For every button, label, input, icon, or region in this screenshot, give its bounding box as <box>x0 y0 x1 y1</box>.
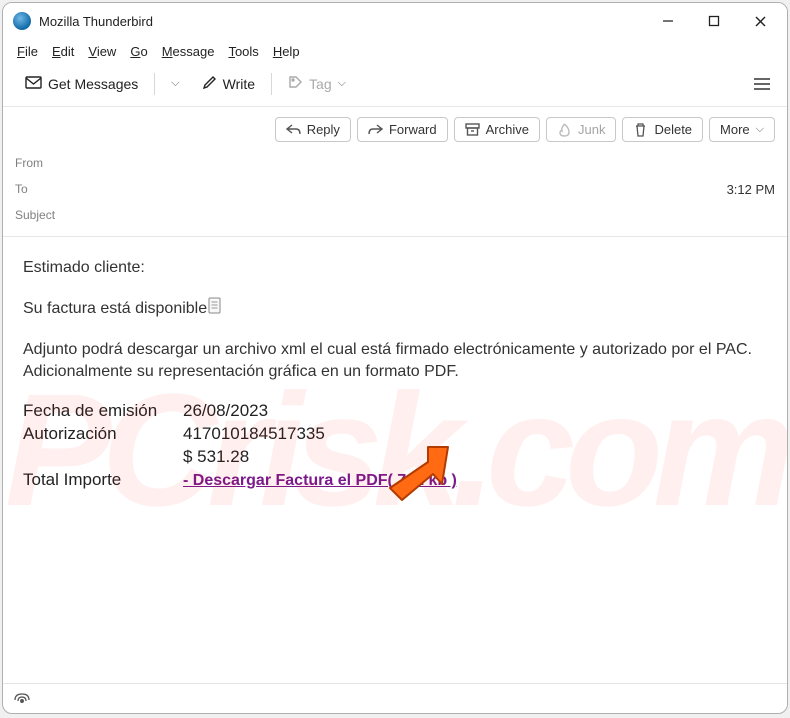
trash-icon <box>633 122 648 137</box>
flame-icon <box>557 122 572 137</box>
subject-label: Subject <box>15 208 85 222</box>
document-icon <box>207 297 223 322</box>
menu-edit[interactable]: Edit <box>46 42 80 61</box>
from-label: From <box>15 156 85 170</box>
menu-go[interactable]: Go <box>124 42 153 61</box>
pencil-icon <box>202 75 217 93</box>
junk-button[interactable]: Junk <box>546 117 616 142</box>
forward-label: Forward <box>389 122 437 137</box>
chevron-down-icon: ⌵ <box>171 77 179 90</box>
close-button[interactable] <box>737 5 783 37</box>
chevron-down-icon: ⌵ <box>338 77 346 90</box>
total-label: Total Importe <box>23 469 183 492</box>
availability-line: Su factura está disponible <box>23 297 767 322</box>
tag-icon <box>288 75 303 93</box>
menu-tools[interactable]: Tools <box>222 42 264 61</box>
menu-message[interactable]: Message <box>156 42 221 61</box>
toolbar: Get Messages ⌵ Write Tag ⌵ <box>3 63 787 107</box>
titlebar: Mozilla Thunderbird <box>3 3 787 39</box>
delete-label: Delete <box>654 122 692 137</box>
reply-icon <box>286 122 301 137</box>
header-to-row: To 3:12 PM <box>15 176 775 202</box>
archive-button[interactable]: Archive <box>454 117 540 142</box>
get-messages-button[interactable]: Get Messages <box>17 71 146 97</box>
download-pdf-link[interactable]: - Descargar Factura el PDF( 732 kb ) <box>183 472 457 489</box>
get-messages-dropdown[interactable]: ⌵ <box>163 73 187 94</box>
tag-label: Tag <box>309 76 332 92</box>
message-actions: Reply Forward Archive Junk Delete More ⌵ <box>3 107 787 150</box>
row-total: Total Importe - Descargar Factura el PDF… <box>23 469 767 492</box>
body-paragraph: Adjunto podrá descargar un archivo xml e… <box>23 339 767 382</box>
header-subject-row: Subject <box>15 202 775 228</box>
greeting-text: Estimado cliente: <box>23 257 767 279</box>
reply-label: Reply <box>307 122 340 137</box>
menu-file[interactable]: File <box>11 42 44 61</box>
thunderbird-icon <box>13 12 31 30</box>
row-fecha: Fecha de emisión 26/08/2023 <box>23 400 767 423</box>
fecha-label: Fecha de emisión <box>23 400 183 423</box>
message-headers: From To 3:12 PM Subject <box>3 150 787 237</box>
availability-text: Su factura está disponible <box>23 300 207 317</box>
inbox-icon <box>25 75 42 93</box>
separator <box>271 73 272 95</box>
separator <box>154 73 155 95</box>
get-messages-label: Get Messages <box>48 76 138 92</box>
auth-value: 417010184517335 <box>183 423 325 446</box>
minimize-button[interactable] <box>645 5 691 37</box>
header-from-row: From <box>15 150 775 176</box>
write-label: Write <box>223 76 255 92</box>
more-button[interactable]: More ⌵ <box>709 117 775 142</box>
app-menu-button[interactable] <box>747 77 777 91</box>
menu-help[interactable]: Help <box>267 42 306 61</box>
app-window: Mozilla Thunderbird File Edit View Go Me… <box>2 2 788 714</box>
delete-button[interactable]: Delete <box>622 117 703 142</box>
forward-button[interactable]: Forward <box>357 117 448 142</box>
junk-label: Junk <box>578 122 605 137</box>
write-button[interactable]: Write <box>194 71 263 97</box>
window-title: Mozilla Thunderbird <box>39 14 153 29</box>
fecha-value: 26/08/2023 <box>183 400 268 423</box>
archive-label: Archive <box>486 122 529 137</box>
menu-view[interactable]: View <box>82 42 122 61</box>
archive-icon <box>465 122 480 137</box>
reply-button[interactable]: Reply <box>275 117 351 142</box>
tag-button[interactable]: Tag ⌵ <box>280 71 354 97</box>
connection-icon <box>13 690 31 707</box>
auth-label: Autorización <box>23 423 183 446</box>
message-body: PCrisk.com Estimado cliente: Su factura … <box>3 237 787 683</box>
to-label: To <box>15 182 85 196</box>
row-amount: $ 531.28 <box>23 446 767 469</box>
row-autorizacion: Autorización 417010184517335 <box>23 423 767 446</box>
more-label: More <box>720 122 750 137</box>
menubar: File Edit View Go Message Tools Help <box>3 39 787 63</box>
message-time: 3:12 PM <box>727 182 775 197</box>
chevron-down-icon: ⌵ <box>756 123 764 136</box>
invoice-table: Fecha de emisión 26/08/2023 Autorización… <box>23 400 767 492</box>
forward-icon <box>368 122 383 137</box>
maximize-button[interactable] <box>691 5 737 37</box>
amount-value: $ 531.28 <box>183 446 249 469</box>
statusbar <box>3 683 787 713</box>
